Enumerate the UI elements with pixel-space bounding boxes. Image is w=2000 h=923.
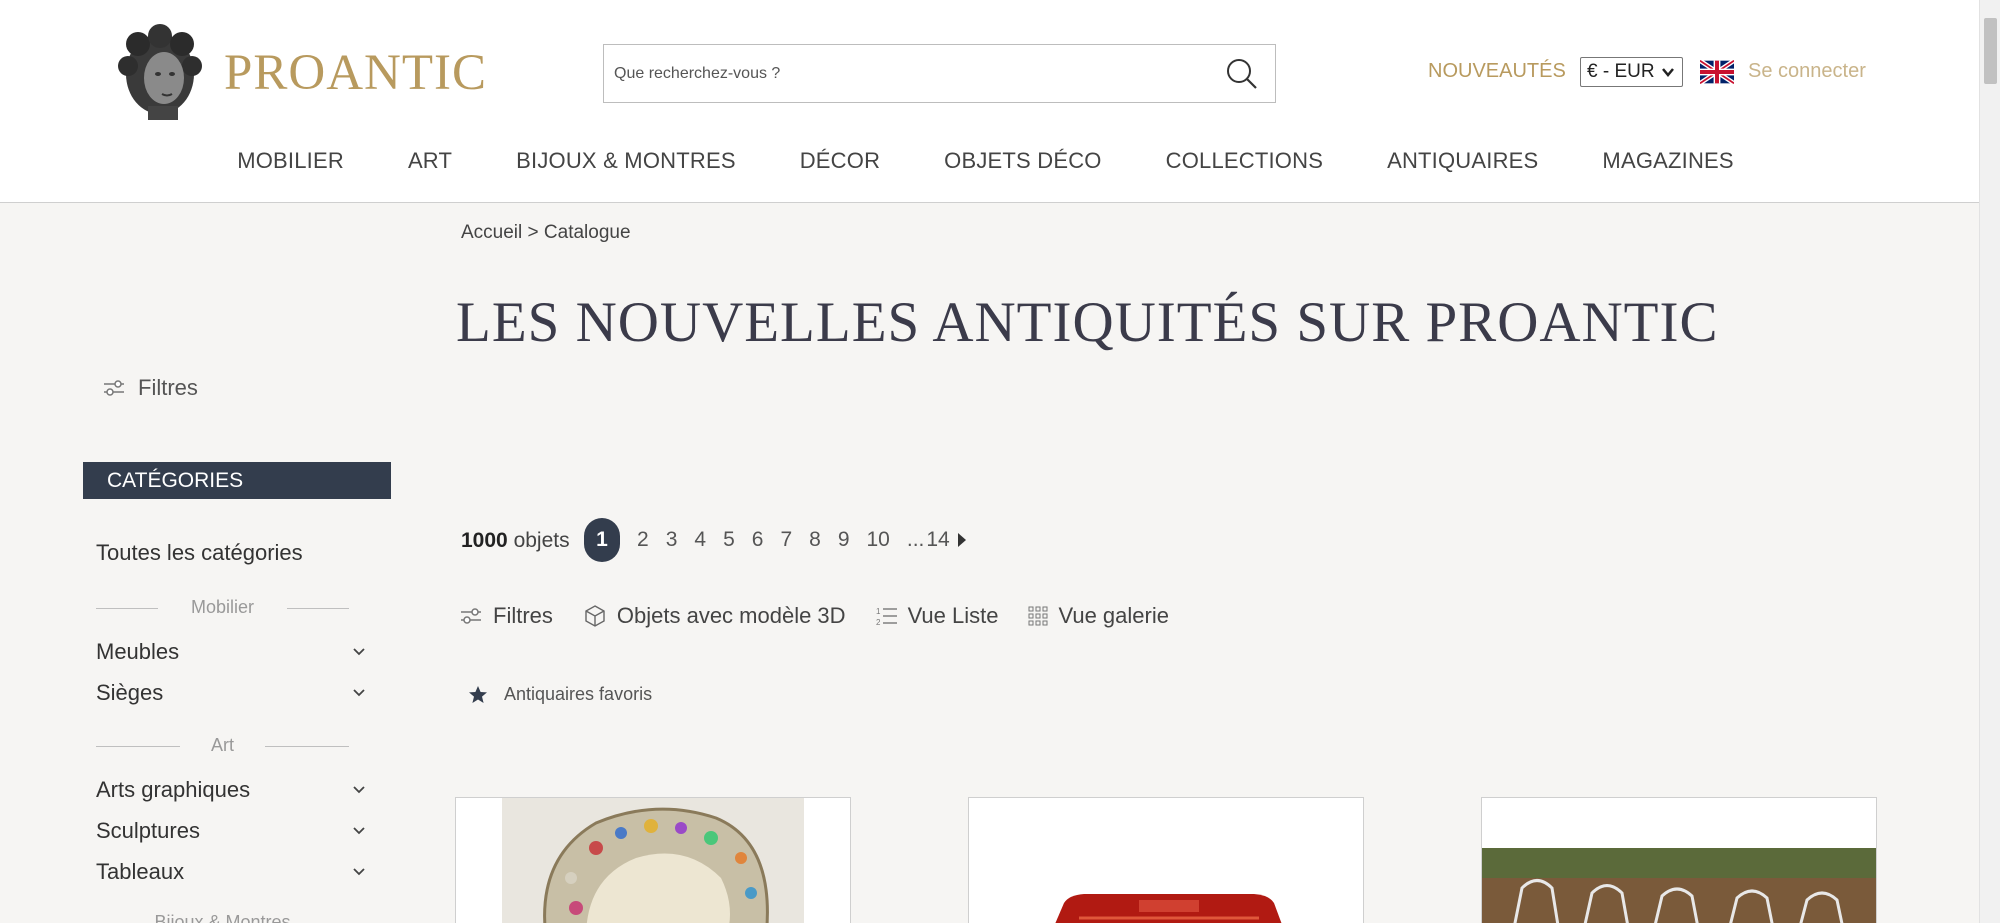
page-link[interactable]: 9 [838,528,850,552]
nouveautes-link[interactable]: NOUVEAUTÉS [1428,60,1566,83]
star-icon [469,685,487,703]
page-ellipsis: ... [906,528,925,551]
page-link[interactable]: 2 [637,528,649,552]
chevron-down-icon[interactable] [352,820,366,840]
pagination: 1 2 3 4 5 6 7 8 9 10 ... 14 [584,518,966,562]
category-item[interactable]: Sièges [96,680,366,706]
nav-item[interactable]: OBJETS DÉCO [912,148,1133,174]
breadcrumb-current: Catalogue [543,222,631,243]
logo-text[interactable]: PROANTIC [224,44,487,102]
nav-item[interactable]: DÉCOR [768,148,912,174]
search-bar [603,44,1276,103]
filters-button[interactable]: Filtres [459,603,553,629]
nav-item[interactable]: MOBILIER [205,148,376,174]
nav-item[interactable]: COLLECTIONS [1134,148,1355,174]
favorite-dealers-toggle[interactable]: Antiquaires favoris [468,684,652,705]
list-view-icon: 1 2 [876,607,897,627]
grid-view-icon [1028,606,1048,626]
category-group-separator: Art [96,735,349,757]
separator-line [265,746,349,747]
site-header: PROANTIC NOUVEAUTÉS € - EUR Se connecter… [0,0,1979,203]
page-title: LES NOUVELLES ANTIQUITÉS SUR PROANTIC [456,291,1719,354]
results-count: 1000 objets [461,529,570,553]
breadcrumb-home-link[interactable]: Accueil [461,222,522,243]
chevron-down-icon [1662,68,1674,77]
results-toolbar: Filtres Objets avec modèle 3D 1 2 Vue Li… [459,603,1199,629]
category-group-label: Bijoux & Montres [154,912,291,923]
page-link-current[interactable]: 1 [584,518,620,562]
svg-text:1: 1 [876,607,881,616]
page-link[interactable]: 10 [867,528,890,552]
category-item-label: Sculptures [96,818,200,843]
page-scrollbar[interactable] [1979,0,2000,923]
nav-item[interactable]: BIJOUX & MONTRES [484,148,768,174]
product-image[interactable] [969,798,1364,923]
search-input[interactable] [614,57,1204,91]
scrollbar-thumb[interactable] [1984,18,1997,84]
login-link[interactable]: Se connecter [1748,60,1866,83]
model3d-toggle-label: Objets avec modèle 3D [616,603,846,628]
category-item[interactable]: Meubles [96,639,366,665]
breadcrumb: Accueil > Catalogue [461,222,631,244]
page-link[interactable]: 8 [809,528,821,552]
category-group-separator: Mobilier [96,597,349,619]
product-image[interactable] [456,798,851,923]
main-nav: MOBILIER ART BIJOUX & MONTRES DÉCOR OBJE… [0,148,1979,174]
uk-flag-icon[interactable] [1700,60,1734,84]
svg-text:2: 2 [876,618,881,627]
category-item-label: Meubles [96,639,180,664]
nav-item[interactable]: ANTIQUAIRES [1355,148,1570,174]
chevron-down-icon[interactable] [352,641,366,661]
product-card[interactable] [968,797,1364,923]
category-item-label: Arts graphiques [96,777,251,802]
currency-value: € - EUR [1587,61,1655,82]
separator-line [287,608,349,609]
chevron-down-icon[interactable] [352,779,366,799]
search-icon[interactable] [1223,55,1261,93]
product-card[interactable] [455,797,851,923]
list-view-button[interactable]: 1 2 Vue Liste [876,603,999,629]
category-item[interactable]: Arts graphiques [96,777,366,803]
results-count-number: 1000 [461,529,508,552]
filter-sliders-icon [104,380,124,396]
chevron-down-icon[interactable] [352,861,366,881]
page-link[interactable]: 7 [780,528,792,552]
nav-item[interactable]: MAGAZINES [1570,148,1765,174]
chevron-down-icon[interactable] [352,682,366,702]
cube-3d-icon [585,605,605,627]
model3d-toggle[interactable]: Objets avec modèle 3D [583,603,846,629]
filters-button-label: Filtres [493,603,553,628]
category-item[interactable]: Sculptures [96,818,366,844]
category-group-separator: Bijoux & Montres [96,912,349,923]
category-item-label: Sièges [96,680,164,705]
category-item-label: Tableaux [96,859,185,884]
results-count-suffix: objets [513,529,570,552]
page-link[interactable]: 3 [666,528,678,552]
all-categories-link[interactable]: Toutes les catégories [96,540,303,566]
page-link-last[interactable]: 14 [926,528,949,552]
logo-bust-icon[interactable] [112,22,208,122]
nav-item[interactable]: ART [376,148,484,174]
breadcrumb-separator: > [527,222,539,243]
gallery-view-label: Vue galerie [1058,603,1169,628]
favorite-dealers-label: Antiquaires favoris [504,684,653,704]
sidebar-filters-toggle[interactable]: Filtres [102,375,198,401]
page-link[interactable]: 6 [752,528,764,552]
next-page-icon[interactable] [957,533,966,547]
list-view-label: Vue Liste [907,603,999,628]
product-card[interactable] [1481,797,1877,923]
categories-heading: CATÉGORIES [83,462,391,499]
sidebar-filters-label: Filtres [138,375,198,400]
page-link[interactable]: 5 [723,528,735,552]
filter-sliders-icon [461,608,481,624]
category-item[interactable]: Tableaux [96,859,366,885]
page-link[interactable]: 4 [694,528,706,552]
gallery-view-button[interactable]: Vue galerie [1028,603,1169,629]
currency-select[interactable]: € - EUR [1580,57,1683,87]
product-image[interactable] [1482,798,1877,923]
